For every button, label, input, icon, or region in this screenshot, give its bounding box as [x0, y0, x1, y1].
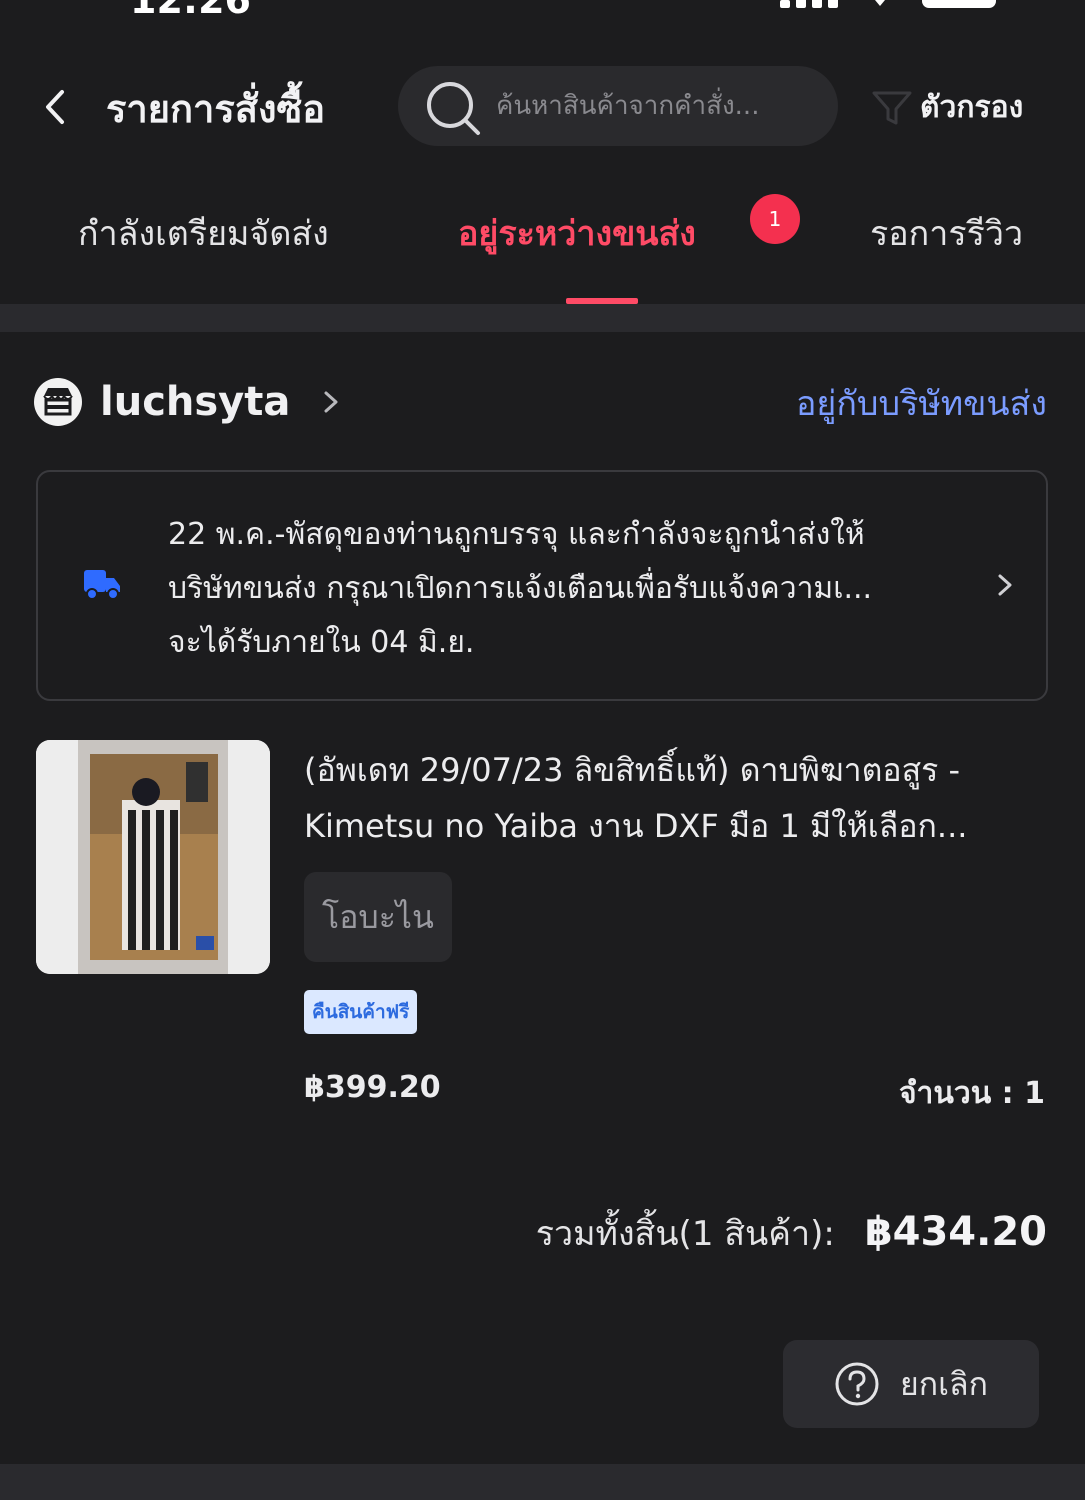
order-card: luchsyta อยู่กับบริษัทขนส่ง 22 พ.ค.-พัสด…	[0, 332, 1085, 1464]
total-value: ฿434.20	[864, 1209, 1047, 1255]
product-image[interactable]	[36, 740, 270, 974]
battery-icon	[922, 0, 996, 8]
tracking-line-2: บริษัทขนส่ง กรุณาเปิดการแจ้งเตือนเพื่อรั…	[168, 571, 873, 606]
tab-in-transit-badge: 1	[750, 194, 800, 244]
section-divider	[0, 304, 1085, 332]
tracking-info[interactable]: 22 พ.ค.-พัสดุของท่านถูกบรรจุ และกำลังจะถ…	[36, 470, 1048, 701]
order-status-link[interactable]: อยู่กับบริษัทขนส่ง	[796, 376, 1047, 430]
section-divider-bottom	[0, 1464, 1085, 1500]
truck-icon	[84, 570, 120, 600]
page-title: รายการสั่งซื้อ	[106, 87, 326, 131]
chevron-right-icon	[324, 391, 338, 413]
filter-label: ตัวกรอง	[920, 89, 1024, 125]
search-input[interactable]	[496, 82, 806, 130]
top-header: รายการสั่งซื้อ ตัวกรอง	[0, 60, 1085, 152]
wifi-icon	[875, 0, 885, 6]
filter-button[interactable]: ตัวกรอง	[870, 82, 1023, 132]
shop-store-icon	[34, 378, 82, 426]
shop-link[interactable]: luchsyta	[34, 374, 342, 430]
filter-icon	[872, 91, 912, 125]
chevron-right-icon	[998, 574, 1012, 596]
back-arrow-icon[interactable]	[36, 82, 76, 132]
product-title[interactable]: (อัพเดท 29/07/23 ลิขสิทธิ์แท้) ดาบพิฆาตอ…	[304, 742, 1044, 854]
status-bar: 12:26	[0, 0, 1085, 22]
order-status-tabs: กำลังเตรียมจัดส่ง อยู่ระหว่างขนส่ง 1 รอก…	[0, 182, 1085, 304]
tab-in-transit[interactable]: อยู่ระหว่างขนส่ง	[458, 206, 696, 260]
search-icon	[427, 82, 480, 135]
product-title-line-2: Kimetsu no Yaiba งาน DXF มือ 1 มีให้เลือ…	[304, 807, 968, 845]
tracking-line-3: จะได้รับภายใน 04 มิ.ย.	[168, 625, 475, 660]
cancel-label: ยกเลิก	[899, 1364, 989, 1403]
total-label: รวมทั้งสิ้น(1 สินค้า):	[535, 1214, 835, 1254]
status-time: 12:26	[130, 0, 251, 22]
free-return-badge: คืนสินค้าฟรี	[304, 990, 418, 1034]
cellular-signal-icon	[780, 0, 840, 8]
tab-to-review[interactable]: รอการรีวิว	[870, 206, 1023, 260]
order-total: รวมทั้งสิ้น(1 สินค้า): ฿434.20	[536, 1206, 1047, 1260]
search-bar[interactable]	[398, 66, 838, 146]
product-title-line-1: (อัพเดท 29/07/23 ลิขสิทธิ์แท้) ดาบพิฆาตอ…	[304, 751, 960, 789]
product-quantity: จำนวน : 1	[898, 1076, 1045, 1111]
help-circle-icon	[835, 1362, 879, 1406]
product-variant: โอบะไน	[304, 872, 452, 962]
figure-box-image	[36, 740, 270, 974]
tab-preparing[interactable]: กำลังเตรียมจัดส่ง	[78, 206, 329, 260]
tracking-line-1: 22 พ.ค.-พัสดุของท่านถูกบรรจุ และกำลังจะถ…	[168, 517, 865, 552]
product-price: ฿399.20	[304, 1070, 441, 1105]
cancel-button[interactable]: ยกเลิก	[783, 1340, 1039, 1428]
tracking-message: 22 พ.ค.-พัสดุของท่านถูกบรรจุ และกำลังจะถ…	[168, 508, 948, 670]
shop-name: luchsyta	[100, 379, 291, 425]
